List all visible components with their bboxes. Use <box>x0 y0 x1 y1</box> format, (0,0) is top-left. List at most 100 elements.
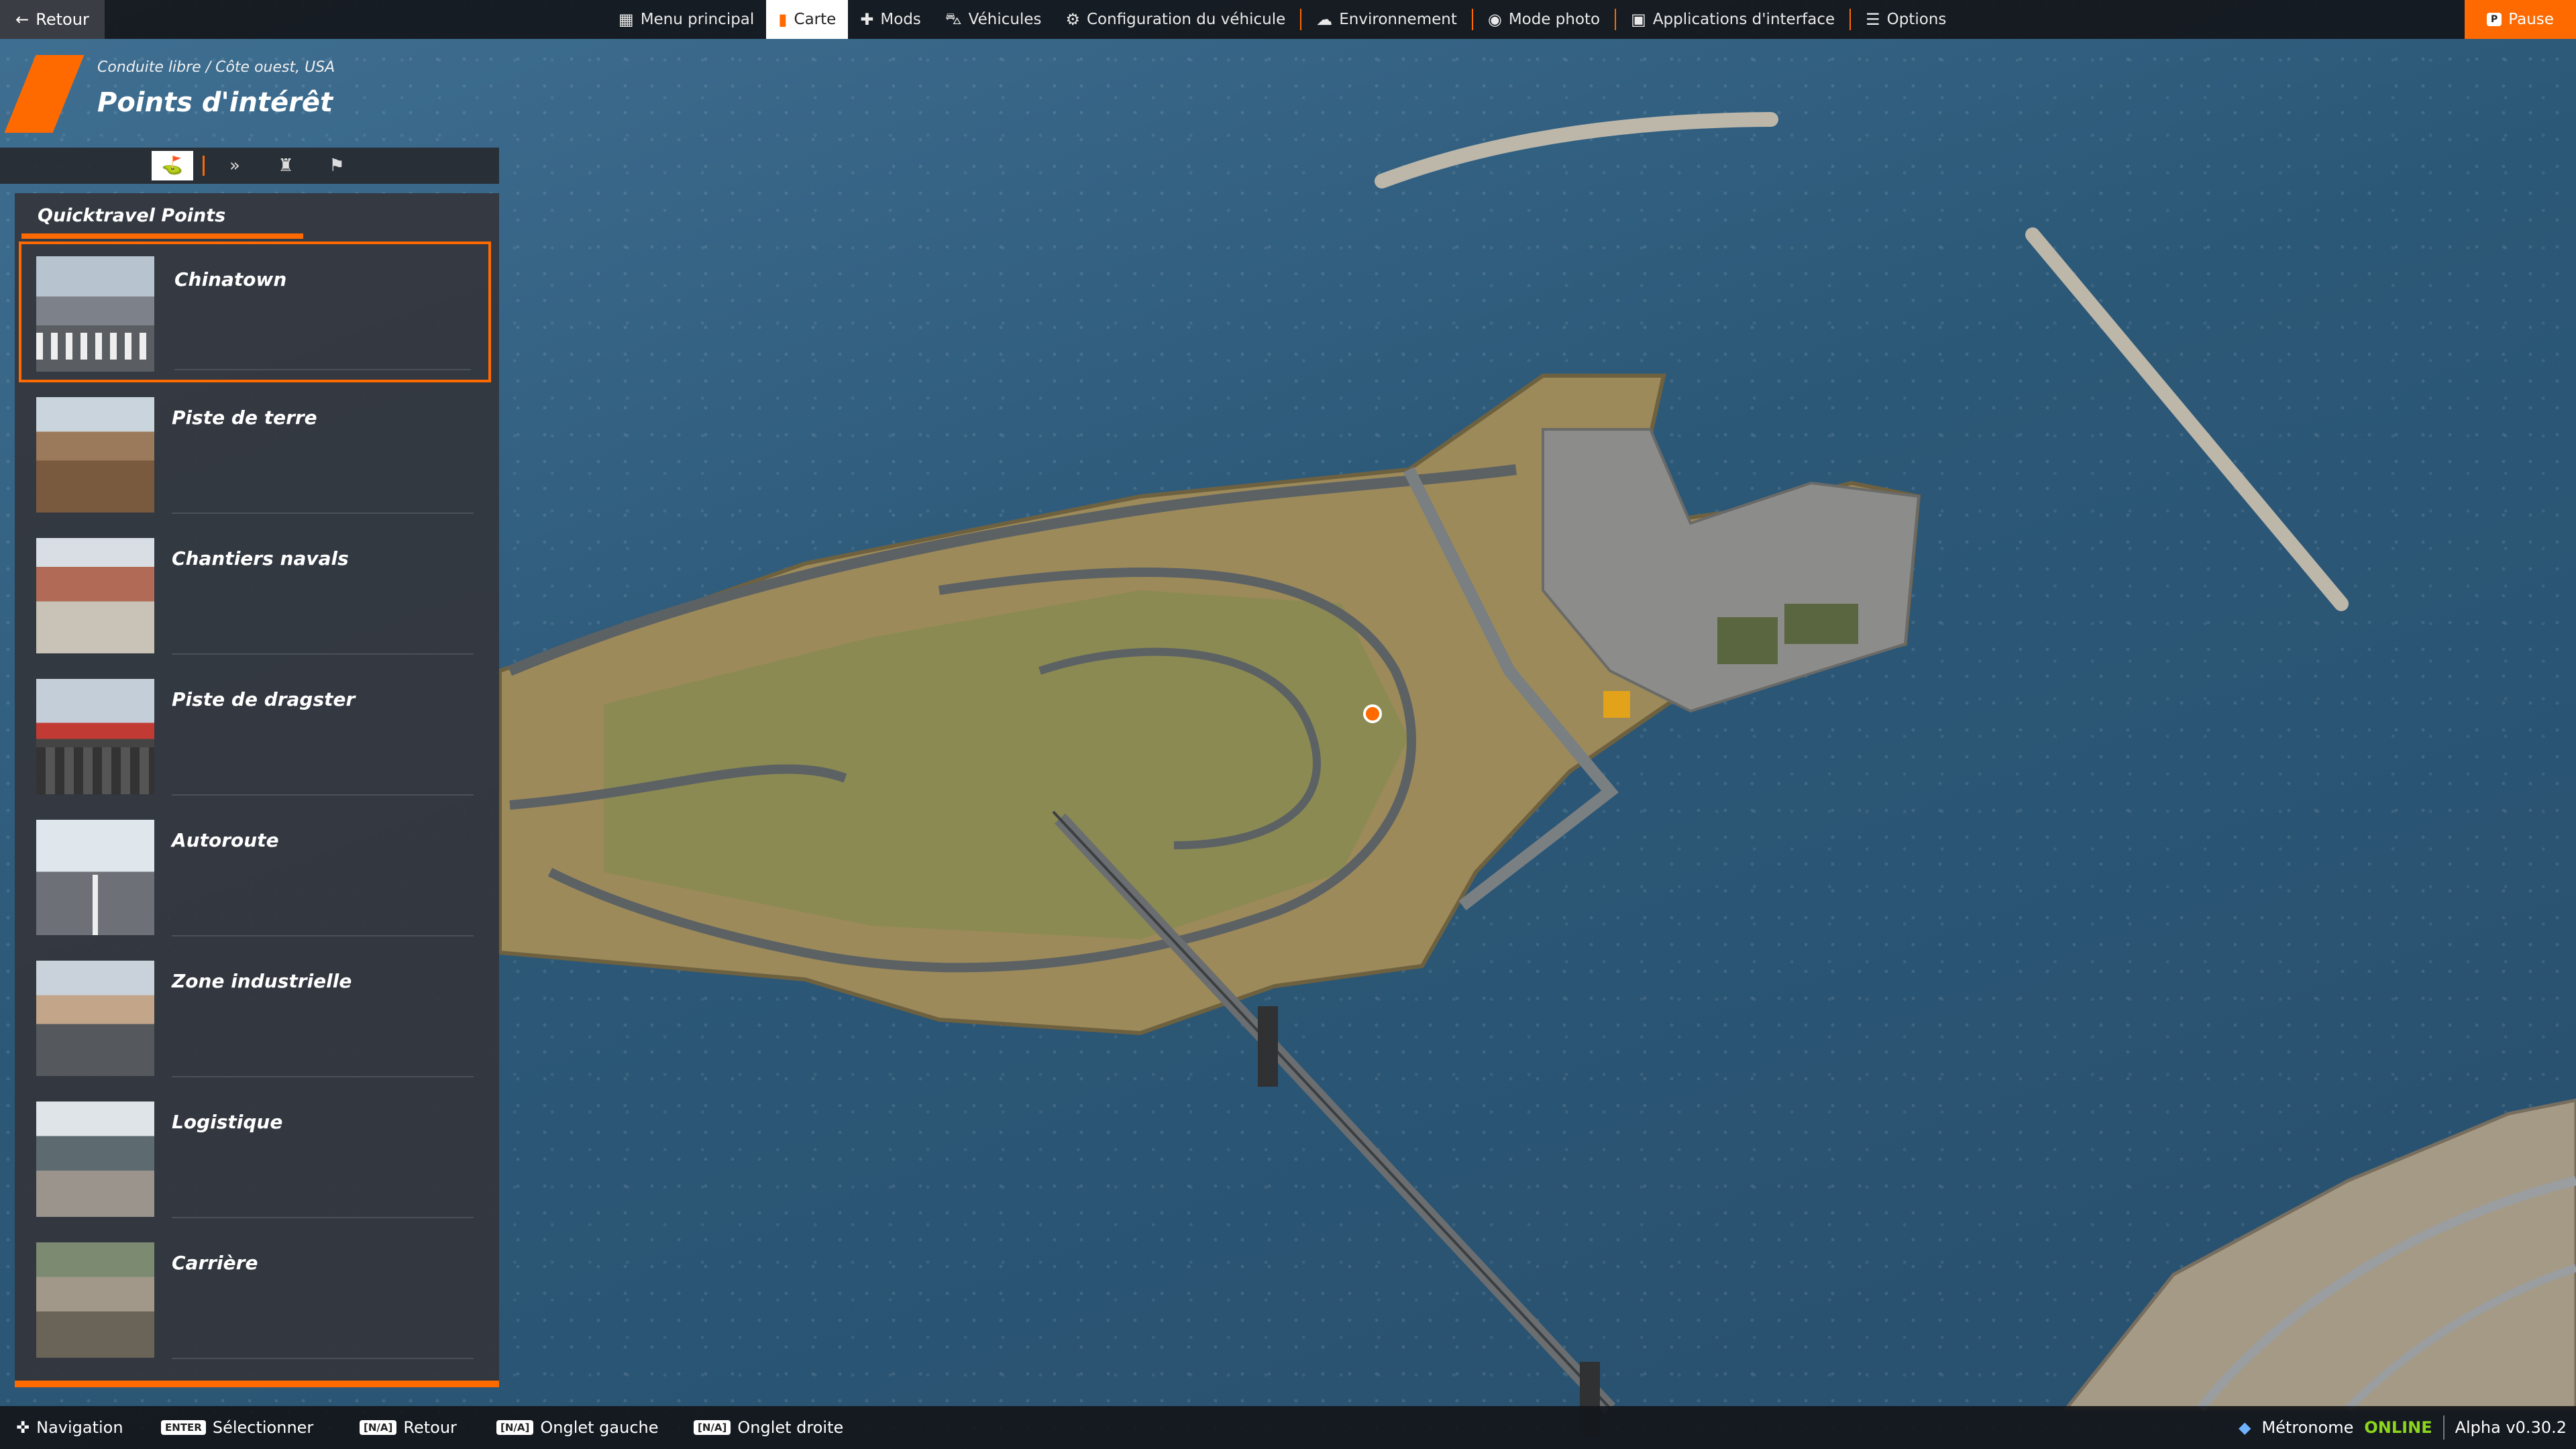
tab-label: Véhicules <box>968 11 1042 28</box>
tab-vehicle-config[interactable]: ⚙ Configuration du véhicule <box>1053 0 1297 39</box>
chevrons-icon: » <box>229 156 240 176</box>
divider <box>174 369 471 370</box>
list-item-highway[interactable]: Autoroute <box>19 805 491 946</box>
tab-ui-apps[interactable]: ▣ Applications d'interface <box>1619 0 1847 39</box>
nav-separator <box>1471 9 1473 30</box>
status-area: ◆ Métronome ONLINE Alpha v0.30.2 <box>2239 1406 2576 1449</box>
hint-key: [N/A] <box>360 1420 397 1435</box>
hint-label: Onglet gauche <box>540 1418 659 1437</box>
online-status-badge: ONLINE <box>2364 1418 2432 1437</box>
status-separator <box>2443 1415 2445 1440</box>
hint-key: [N/A] <box>694 1420 731 1435</box>
tab-photo-mode[interactable]: ◉ Mode photo <box>1476 0 1612 39</box>
back-button[interactable]: ← Retour <box>0 0 105 39</box>
pause-button[interactable]: P Pause <box>2465 0 2576 39</box>
dpad-icon: ✜ <box>16 1418 30 1437</box>
list-item-chinatown[interactable]: Chinatown <box>19 241 491 382</box>
quicktravel-list: Chinatown Piste de terre Chantiers naval… <box>19 241 499 1368</box>
map-icon: ▮ <box>778 10 788 29</box>
list-item-logistics[interactable]: Logistique <box>19 1087 491 1228</box>
hint-label: Retour <box>403 1418 457 1437</box>
camera-icon: ◉ <box>1487 10 1502 29</box>
divider <box>172 794 474 796</box>
hint-label: Onglet droite <box>737 1418 844 1437</box>
list-item-label: Chantiers navals <box>172 547 349 570</box>
thumbnail-drag-strip <box>36 679 154 794</box>
thumbnail-shipyards <box>36 538 154 653</box>
quicktravel-panel: Quicktravel Points Chinatown Piste de te… <box>15 193 499 1387</box>
tab-label: Configuration du véhicule <box>1086 11 1286 28</box>
tab-vehicles[interactable]: ⛍ Véhicules <box>933 0 1054 39</box>
tab-label: Carte <box>794 11 837 28</box>
divider <box>172 935 474 936</box>
hint-label: Navigation <box>36 1418 123 1437</box>
section-underline <box>21 233 491 239</box>
poi-icon: ⛳ <box>161 156 184 176</box>
service-name: Métronome <box>2261 1418 2354 1437</box>
arrow-left-icon: ← <box>15 10 30 29</box>
bottom-hint-bar: ✜ Navigation ENTER Sélectionner [N/A] Re… <box>0 1406 2576 1449</box>
flag-icon: ⚑ <box>329 156 345 176</box>
thumbnail-logistics <box>36 1102 154 1217</box>
page-title: Points d'intérêt <box>97 87 333 118</box>
divider <box>172 653 474 655</box>
hint-key: [N/A] <box>496 1420 534 1435</box>
hint-key: ENTER <box>161 1420 206 1435</box>
tab-routes[interactable]: » <box>214 151 256 180</box>
divider <box>172 1217 474 1218</box>
main-navigation: ▦ Menu principal ▮ Carte ✚ Mods ⛍ Véhicu… <box>606 0 1958 39</box>
tab-environment[interactable]: ☁ Environnement <box>1304 0 1469 39</box>
hint-select: ENTER Sélectionner <box>161 1406 313 1449</box>
list-item-label: Piste de terre <box>172 407 317 429</box>
divider <box>172 1076 474 1077</box>
tab-points-of-interest[interactable]: ⛳ <box>152 151 193 180</box>
pause-key-hint: P <box>2487 13 2502 26</box>
tab-label: Applications d'interface <box>1652 11 1835 28</box>
nav-separator <box>1615 9 1617 30</box>
tab-main-menu[interactable]: ▦ Menu principal <box>606 0 766 39</box>
tab-spawn-points[interactable]: ⚑ <box>316 151 358 180</box>
thumbnail-highway <box>36 820 154 935</box>
list-item-quarry[interactable]: Carrière <box>19 1228 491 1368</box>
thumbnail-industrial-zone <box>36 961 154 1076</box>
nav-separator <box>1300 9 1302 30</box>
divider <box>172 1358 474 1359</box>
sliders-icon: ☰ <box>1866 10 1880 29</box>
list-item-shipyards[interactable]: Chantiers navals <box>19 523 491 664</box>
tab-label: Menu principal <box>640 11 755 28</box>
tab-separator <box>203 156 205 176</box>
metronome-icon: ◆ <box>2238 1418 2251 1437</box>
section-title: Quicktravel Points <box>38 205 226 226</box>
tab-map[interactable]: ▮ Carte <box>766 0 849 39</box>
engine-icon: ⚙ <box>1065 10 1080 29</box>
thumbnail-chinatown <box>36 256 154 372</box>
trophy-icon: ♜ <box>278 156 294 176</box>
hint-tab-right: [N/A] Onglet droite <box>694 1406 843 1449</box>
list-item-label: Logistique <box>172 1111 283 1133</box>
hint-label: Sélectionner <box>212 1418 314 1437</box>
list-item-dirt-track[interactable]: Piste de terre <box>19 382 491 523</box>
grid-icon: ▦ <box>619 10 634 29</box>
panel-accent-bar <box>15 1381 499 1387</box>
nav-separator <box>1849 9 1851 30</box>
back-button-label: Retour <box>36 10 89 29</box>
list-item-drag-strip[interactable]: Piste de dragster <box>19 664 491 805</box>
thumbnail-quarry <box>36 1242 154 1358</box>
tab-label: Mods <box>880 11 921 28</box>
list-item-label: Chinatown <box>174 268 287 290</box>
breadcrumb: Conduite libre / Côte ouest, USA <box>97 59 335 76</box>
tab-options[interactable]: ☰ Options <box>1854 0 1958 39</box>
tab-label: Environnement <box>1339 11 1457 28</box>
hint-tab-left: [N/A] Onglet gauche <box>496 1406 659 1449</box>
version-label: Alpha v0.30.2 <box>2455 1418 2567 1437</box>
list-item-label: Piste de dragster <box>172 688 356 710</box>
car-icon: ⛍ <box>945 9 962 28</box>
weather-icon: ☁ <box>1316 10 1333 29</box>
list-item-industrial-zone[interactable]: Zone industrielle <box>19 946 491 1087</box>
hint-navigation: ✜ Navigation <box>16 1406 123 1449</box>
list-item-label: Zone industrielle <box>172 970 352 992</box>
pause-button-label: Pause <box>2508 11 2554 28</box>
puzzle-icon: ✚ <box>860 10 874 29</box>
tab-challenges[interactable]: ♜ <box>265 151 307 180</box>
tab-mods[interactable]: ✚ Mods <box>848 0 933 39</box>
